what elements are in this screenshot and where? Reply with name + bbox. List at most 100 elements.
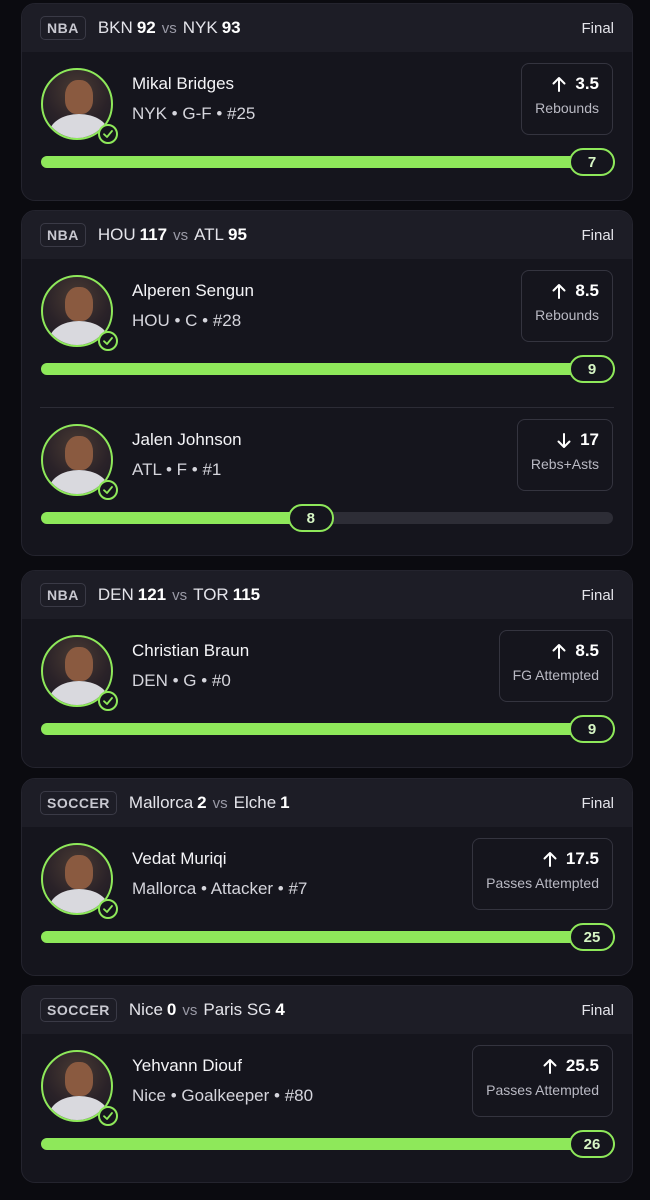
player-name: Jalen Johnson <box>132 430 242 449</box>
prop-line-value: 8.5 <box>575 281 599 300</box>
player-name: Mikal Bridges <box>132 74 235 93</box>
prop-line-value: 3.5 <box>575 74 599 93</box>
prop-stat-label: Rebounds <box>535 307 599 323</box>
progress-bar: 9 <box>41 715 615 743</box>
pick-list: Christian Braun DEN • G • #0 8.5 FG Atte… <box>22 619 632 767</box>
player-meta: NYK • G-F • #25 <box>132 104 256 123</box>
result-value: 7 <box>569 148 615 176</box>
result-value: 26 <box>569 1130 615 1158</box>
vs-label: vs <box>182 1001 198 1019</box>
progress-bar: 25 <box>41 923 615 951</box>
game-status: Final <box>581 226 614 244</box>
arrow-up-icon <box>551 76 567 93</box>
prop-line-box[interactable]: 8.5 Rebounds <box>521 270 613 342</box>
arrow-down-icon <box>556 432 572 449</box>
check-icon <box>98 1106 118 1126</box>
pick-list: Mikal Bridges NYK • G-F • #25 3.5 Reboun… <box>22 52 632 200</box>
game-card[interactable]: NBA BKN 92 vs NYK 93 Final Mikal Bridges… <box>21 3 633 201</box>
check-icon <box>98 124 118 144</box>
prop-line-value: 8.5 <box>575 641 599 660</box>
game-card[interactable]: NBA HOU 117 vs ATL 95 Final Alperen Seng… <box>21 210 633 556</box>
prop-line-box[interactable]: 17 Rebs+Asts <box>516 419 613 491</box>
game-card[interactable]: SOCCER Nice 0 vs Paris SG 4 Final Yehvan… <box>21 985 633 1183</box>
prop-stat-label: FG Attempted <box>512 667 599 683</box>
vs-label: vs <box>161 19 177 37</box>
check-icon <box>98 480 118 500</box>
arrow-up-icon <box>551 283 567 300</box>
progress-fill <box>41 156 615 168</box>
prop-stat-label: Rebounds <box>535 100 599 116</box>
team2-name: Paris SG <box>203 1000 272 1019</box>
prop-stat-label: Passes Attempted <box>486 875 599 891</box>
team2-name: NYK <box>182 18 218 37</box>
progress-bar: 7 <box>41 148 615 176</box>
player-pick[interactable]: Christian Braun DEN • G • #0 8.5 FG Atte… <box>22 619 632 767</box>
game-card[interactable]: SOCCER Mallorca 2 vs Elche 1 Final Vedat… <box>21 778 633 976</box>
pick-list: Yehvann Diouf Nice • Goalkeeper • #80 25… <box>22 1034 632 1182</box>
game-status: Final <box>581 794 614 812</box>
team2-name: TOR <box>193 585 229 604</box>
team2-score: 95 <box>227 225 247 244</box>
team2-score: 4 <box>275 1000 285 1019</box>
vs-label: vs <box>172 586 188 604</box>
player-meta: Mallorca • Attacker • #7 <box>132 879 308 898</box>
team1-name: DEN <box>97 585 134 604</box>
matchup: HOU 117 vs ATL 95 <box>98 225 247 245</box>
prop-line-box[interactable]: 8.5 FG Attempted <box>498 630 613 702</box>
team1-score: 2 <box>197 793 207 812</box>
vs-label: vs <box>173 226 189 244</box>
game-card[interactable]: NBA DEN 121 vs TOR 115 Final Christian B… <box>21 570 633 768</box>
prop-line-box[interactable]: 25.5 Passes Attempted <box>472 1045 613 1117</box>
matchup: DEN 121 vs TOR 115 <box>98 585 260 605</box>
player-pick[interactable]: Vedat Muriqi Mallorca • Attacker • #7 17… <box>22 827 632 975</box>
league-badge: NBA <box>40 583 86 607</box>
prop-stat-label: Passes Attempted <box>486 1082 599 1098</box>
check-icon <box>98 899 118 919</box>
arrow-up-icon <box>551 643 567 660</box>
prop-line-value: 17 <box>580 430 599 449</box>
result-value: 25 <box>569 923 615 951</box>
result-value: 8 <box>287 504 334 532</box>
player-name: Alperen Sengun <box>132 281 254 300</box>
league-badge: NBA <box>40 223 86 247</box>
game-status: Final <box>581 586 614 604</box>
team1-score: 121 <box>137 585 167 604</box>
prop-stat-label: Rebs+Asts <box>530 456 599 472</box>
team2-score: 93 <box>221 18 241 37</box>
vs-label: vs <box>212 794 228 812</box>
progress-bar: 9 <box>41 355 615 383</box>
league-badge: SOCCER <box>40 791 117 815</box>
game-header: SOCCER Mallorca 2 vs Elche 1 Final <box>22 779 632 827</box>
prop-line-box[interactable]: 3.5 Rebounds <box>521 63 613 135</box>
player-meta: HOU • C • #28 <box>132 311 242 330</box>
game-status: Final <box>581 19 614 37</box>
player-pick[interactable]: Yehvann Diouf Nice • Goalkeeper • #80 25… <box>22 1034 632 1182</box>
player-pick[interactable]: Alperen Sengun HOU • C • #28 8.5 Rebound… <box>22 259 632 407</box>
team1-score: 117 <box>139 225 168 244</box>
team1-name: HOU <box>97 225 136 244</box>
result-value: 9 <box>569 355 615 383</box>
team2-score: 115 <box>232 585 261 604</box>
game-status: Final <box>581 1001 614 1019</box>
pick-list: Vedat Muriqi Mallorca • Attacker • #7 17… <box>22 827 632 975</box>
prop-line-value: 17.5 <box>565 849 599 868</box>
check-icon <box>98 691 118 711</box>
player-name: Christian Braun <box>132 641 250 660</box>
team1-name: Nice <box>128 1000 163 1019</box>
player-pick[interactable]: Mikal Bridges NYK • G-F • #25 3.5 Reboun… <box>22 52 632 200</box>
progress-fill <box>41 723 615 735</box>
progress-fill <box>41 931 615 943</box>
prop-line-value: 25.5 <box>565 1056 599 1075</box>
progress-bar: 8 <box>41 504 613 532</box>
team2-name: Elche <box>233 793 277 812</box>
progress-fill <box>41 363 615 375</box>
check-icon <box>98 331 118 351</box>
matchup: Nice 0 vs Paris SG 4 <box>129 1000 285 1020</box>
prop-line-box[interactable]: 17.5 Passes Attempted <box>472 838 613 910</box>
matchup: BKN 92 vs NYK 93 <box>98 18 241 38</box>
result-value: 9 <box>569 715 615 743</box>
player-pick[interactable]: Jalen Johnson ATL • F • #1 17 Rebs+Asts … <box>40 407 614 555</box>
progress-bar: 26 <box>41 1130 615 1158</box>
team1-name: BKN <box>97 18 133 37</box>
player-meta: Nice • Goalkeeper • #80 <box>132 1086 314 1105</box>
